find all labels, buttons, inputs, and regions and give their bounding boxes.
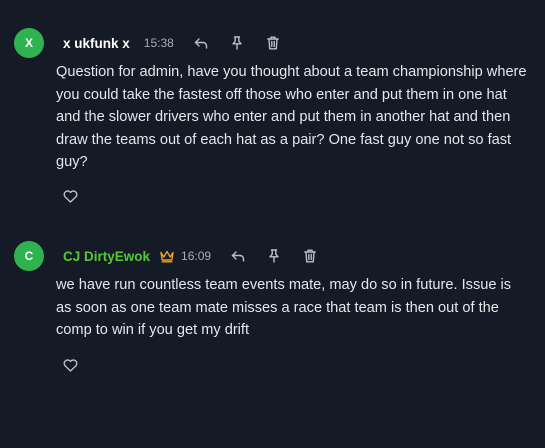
- message-header: CJ DirtyEwok 16:09: [63, 247, 323, 265]
- message-text: Question for admin, have you thought abo…: [56, 64, 527, 171]
- pin-icon[interactable]: [224, 34, 250, 52]
- author-name[interactable]: x ukfunk x: [63, 36, 130, 51]
- trash-icon[interactable]: [297, 247, 323, 265]
- reply-icon[interactable]: [225, 247, 251, 265]
- avatar[interactable]: X: [14, 28, 44, 58]
- heart-icon[interactable]: [60, 186, 80, 206]
- timestamp: 15:38: [143, 36, 174, 50]
- timestamp: 16:09: [181, 249, 212, 263]
- message-feed: X x ukfunk x 15:38 Question for admin, h…: [0, 0, 545, 448]
- trash-icon[interactable]: [260, 34, 286, 52]
- heart-icon[interactable]: [60, 355, 80, 375]
- message-header: x ukfunk x 15:38: [63, 34, 286, 52]
- avatar[interactable]: C: [14, 241, 44, 271]
- crown-icon: [159, 249, 175, 263]
- reply-icon[interactable]: [188, 34, 214, 52]
- message-text: we have run countless team events mate, …: [56, 277, 512, 339]
- pin-icon[interactable]: [261, 247, 287, 265]
- author-name[interactable]: CJ DirtyEwok: [63, 249, 150, 264]
